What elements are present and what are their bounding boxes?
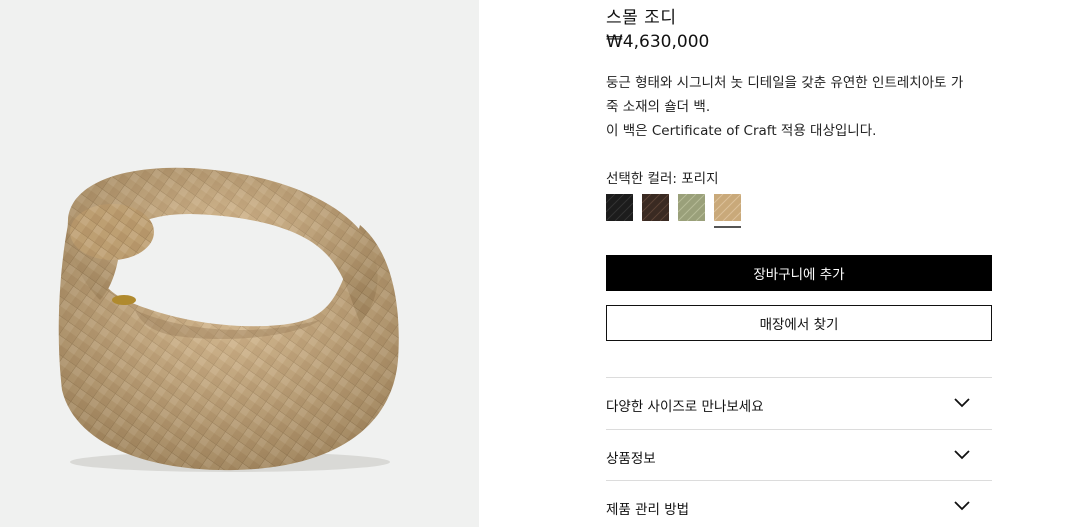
product-title: 스몰 조디 [606, 8, 677, 28]
product-gallery [0, 0, 479, 527]
swatch-porridge-weave [714, 194, 741, 221]
description-line: 이 백은 Certificate of Craft 적용 대상입니다. [606, 123, 877, 139]
swatch-green-tile[interactable] [678, 194, 705, 221]
swatch-brown-tile[interactable] [642, 194, 669, 221]
swatch-green[interactable] [678, 194, 705, 228]
description-line: 죽 소재의 숄더 백. [606, 99, 711, 115]
selected-swatch-indicator [714, 226, 741, 228]
accordion-label: 다양한 사이즈로 만나보세요 [606, 399, 764, 415]
accordion-care[interactable]: 제품 관리 방법 [606, 480, 992, 527]
swatch-brown[interactable] [642, 194, 669, 228]
color-swatches [606, 194, 806, 230]
product-price: ₩4,630,000 [606, 32, 710, 52]
product-description: 둥근 형태와 시그니처 놋 디테일을 갖춘 유연한 인트레치아토 가 죽 소재의… [606, 71, 992, 143]
swatch-brown-weave [642, 194, 669, 221]
accordion-product-info[interactable]: 상품정보 [606, 428, 992, 481]
add-to-cart-button[interactable]: 장바구니에 추가 [606, 255, 992, 291]
swatch-black-tile[interactable] [606, 194, 633, 221]
product-accordion: 다양한 사이즈로 만나보세요 상품정보 제품 관리 방법 [606, 377, 992, 527]
chevron-down-icon [954, 449, 970, 459]
swatch-porridge-tile[interactable] [714, 194, 741, 221]
chevron-down-icon [954, 501, 970, 511]
description-line: 둥근 형태와 시그니처 놋 디테일을 갖춘 유연한 인트레치아토 가 [606, 75, 964, 91]
accordion-label: 제품 관리 방법 [606, 502, 690, 518]
accordion-label: 상품정보 [606, 450, 656, 467]
swatch-green-weave [678, 194, 705, 221]
find-in-store-button[interactable]: 매장에서 찾기 [606, 305, 992, 341]
swatch-black[interactable] [606, 194, 633, 228]
product-image [58, 167, 399, 472]
chevron-down-icon [954, 398, 970, 408]
swatch-porridge[interactable] [714, 194, 741, 228]
swatch-black-weave [606, 194, 633, 221]
selected-color-label: 선택한 컬러: 포리지 [606, 171, 719, 187]
accordion-sizes[interactable]: 다양한 사이즈로 만나보세요 [606, 377, 992, 429]
